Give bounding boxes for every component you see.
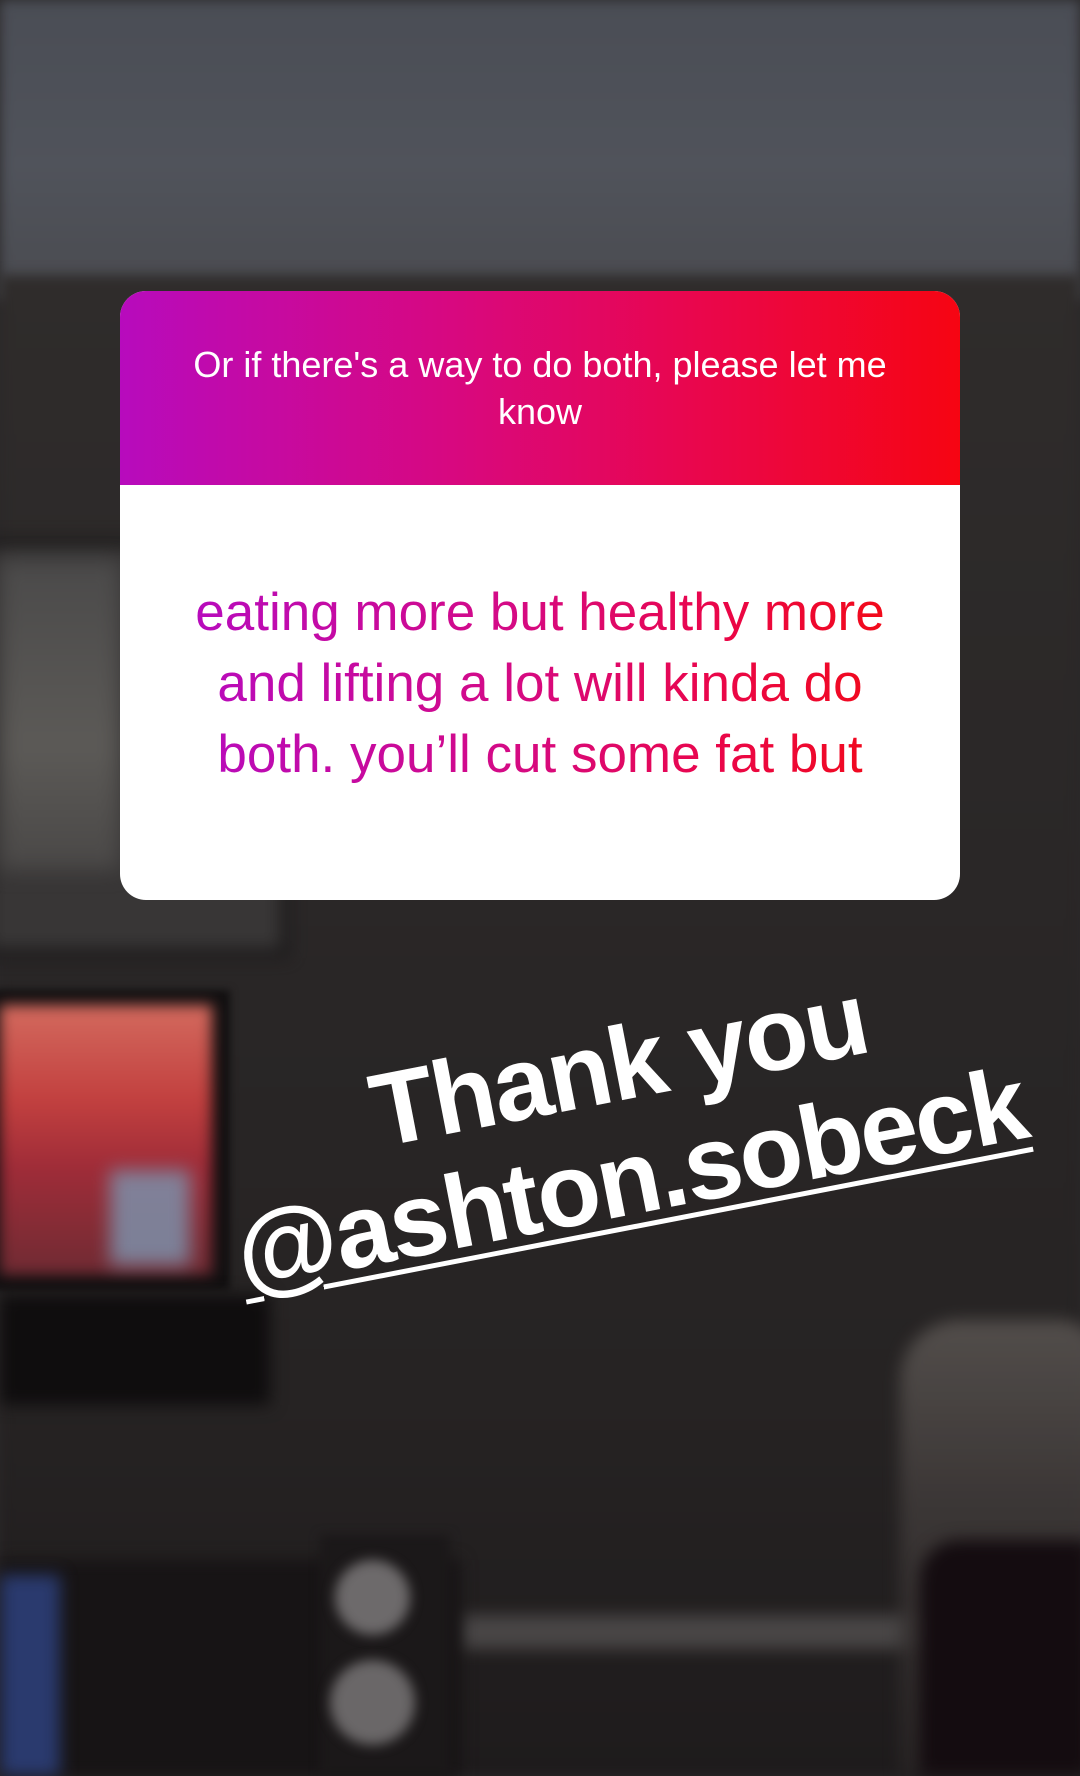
question-header: Or if there's a way to do both, please l… bbox=[120, 291, 960, 485]
question-text: Or if there's a way to do both, please l… bbox=[193, 344, 887, 432]
background-cup bbox=[0, 1575, 60, 1776]
background-speaker-cone bbox=[335, 1560, 410, 1635]
background-picture bbox=[0, 560, 120, 870]
background-tv-stand bbox=[0, 1295, 270, 1405]
background-tv-overlay bbox=[110, 1170, 190, 1265]
background-speaker-cone bbox=[330, 1660, 415, 1745]
answer-text: eating more but healthy more and lifting… bbox=[190, 577, 890, 790]
question-sticker[interactable]: Or if there's a way to do both, please l… bbox=[120, 291, 960, 900]
background-wall-top bbox=[0, 0, 1080, 300]
background-chair-shadow bbox=[920, 1540, 1080, 1776]
answer-area: eating more but healthy more and lifting… bbox=[120, 485, 960, 900]
